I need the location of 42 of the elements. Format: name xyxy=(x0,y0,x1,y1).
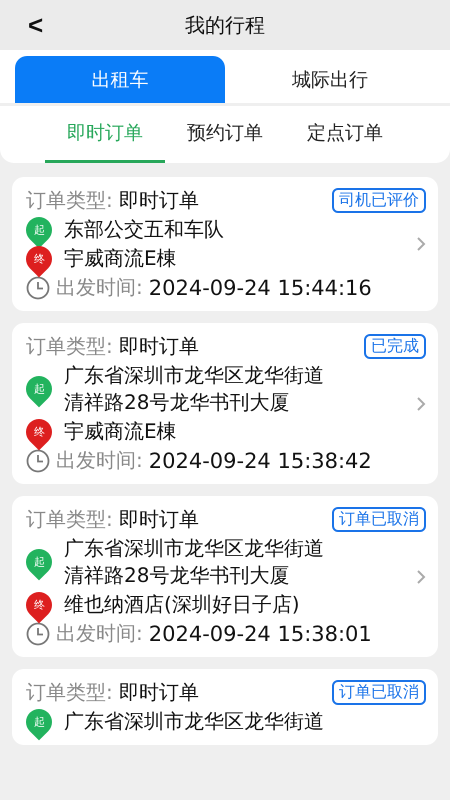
type-label: 订单类型: xyxy=(26,187,113,214)
order-card[interactable]: 订单类型: 即时订单 已完成 起 广东省深圳市龙华区龙华街道 清祥路28号龙华书刊大厦 终 宇威商流E棟 出发时间: 2024-09-24 15:38:42 xyxy=(12,323,438,484)
start-address: 广东省深圳市龙华区龙华街道 xyxy=(64,535,324,562)
clock-icon xyxy=(26,448,50,472)
clock-icon xyxy=(26,622,50,646)
chevron-right-icon[interactable] xyxy=(416,396,426,412)
order-card[interactable]: 订单类型: 即时订单 司机已评价 起 东部公交五和车队 终 宇威商流E棟 出发时间: 2024-09-24 15:44:16 xyxy=(12,177,438,311)
order-card[interactable]: 订单类型: 即时订单 订单已取消 起 广东省深圳市龙华区龙华街道 xyxy=(12,669,438,745)
order-card[interactable]: 订单类型: 即时订单 订单已取消 起 广东省深圳市龙华区龙华街道 清祥路28号龙华书刊大厦 终 维也纳酒店(深圳好日子店) 出发时间: 2024-09-24 15:38:01 xyxy=(12,496,438,657)
time-label: 出发时间: xyxy=(56,620,143,647)
order-type: 即时订单 xyxy=(118,679,199,706)
departure-time: 2024-09-24 15:44:16 xyxy=(148,276,372,300)
order-type: 即时订单 xyxy=(118,333,199,360)
time-label: 出发时间: xyxy=(56,274,143,301)
departure-time: 2024-09-24 15:38:42 xyxy=(148,448,372,472)
order-type: 即时订单 xyxy=(118,506,199,533)
chevron-right-icon[interactable] xyxy=(416,568,426,584)
clock-icon xyxy=(26,276,50,300)
type-label: 订单类型: xyxy=(26,679,113,706)
type-label: 订单类型: xyxy=(26,333,113,360)
back-button[interactable]: < xyxy=(22,8,50,42)
status-tag: 已完成 xyxy=(364,334,426,359)
time-label: 出发时间: xyxy=(56,447,143,474)
end-address: 维也纳酒店(深圳好日子店) xyxy=(64,591,300,618)
status-tag: 订单已取消 xyxy=(332,680,426,705)
order-tab[interactable]: 定点订单 xyxy=(285,106,405,163)
start-address: 广东省深圳市龙华区龙华街道 xyxy=(64,708,324,735)
start-address: 清祥路28号龙华书刊大厦 xyxy=(64,389,290,416)
end-address: 宇威商流E棟 xyxy=(64,418,177,445)
tab[interactable]: 出租车 xyxy=(15,56,225,103)
order-type: 即时订单 xyxy=(118,187,199,214)
start-address: 清祥路28号龙华书刊大厦 xyxy=(64,562,290,589)
start-address: 广东省深圳市龙华区龙华街道 xyxy=(64,362,324,389)
type-label: 订单类型: xyxy=(26,506,113,533)
status-tag: 司机已评价 xyxy=(332,188,426,213)
order-tab[interactable]: 预约订单 xyxy=(165,106,285,163)
start-address: 东部公交五和车队 xyxy=(64,216,224,243)
departure-time: 2024-09-24 15:38:01 xyxy=(148,622,372,646)
status-tag: 订单已取消 xyxy=(332,507,426,532)
page-title: 我的行程 xyxy=(185,12,265,38)
end-address: 宇威商流E棟 xyxy=(64,245,177,272)
chevron-right-icon[interactable] xyxy=(416,236,426,252)
